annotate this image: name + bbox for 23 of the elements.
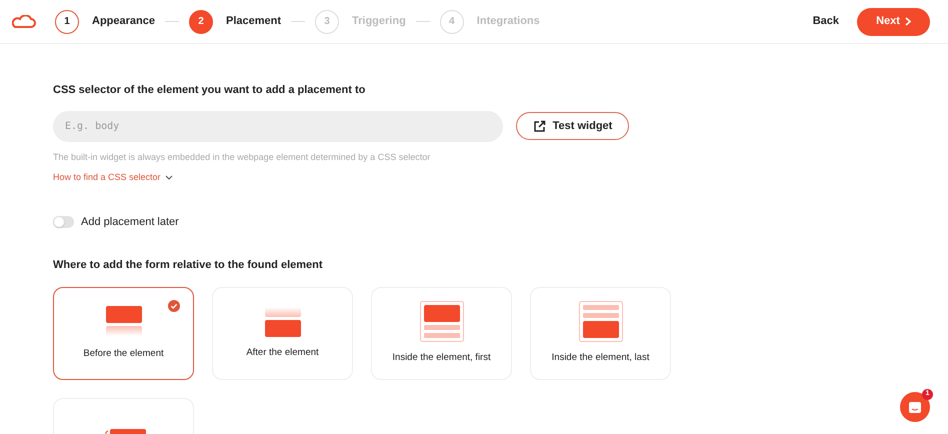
placement-option-card[interactable]: After the element [212, 287, 353, 380]
placement-option-card[interactable]: Inside the element, last [530, 287, 671, 380]
field-label: CSS selector of the element you want to add a placement to [53, 83, 366, 98]
hint-text: The built-in widget is always embedded in the webpage element determined by a CSS selector [53, 150, 432, 164]
placement-option-card[interactable]: Before the element [53, 287, 194, 380]
next-button[interactable]: Next [857, 8, 930, 36]
test-widget-button[interactable]: Test widget [516, 112, 629, 140]
option-label: After the element [246, 346, 319, 360]
step-number: 1 [55, 10, 79, 34]
step-label[interactable]: Appearance [92, 13, 155, 30]
step-number: 2 [188, 10, 213, 34]
step-number: 4 [440, 10, 464, 34]
toggle-label: Add placement later [81, 215, 179, 230]
step-number: 3 [315, 10, 340, 34]
css-selector-field[interactable]: E.g. body [53, 110, 503, 142]
section-label: Where to add the form relative to the found element [53, 258, 324, 272]
option-label: Before the element [83, 346, 164, 361]
step-label[interactable]: Placement [226, 13, 282, 30]
help-link[interactable]: How to find a CSS selector [53, 171, 173, 184]
option-label: Inside the element, first [392, 351, 491, 366]
back-button[interactable]: Back [812, 13, 839, 30]
placement-option-card[interactable]: Inside the element, first [371, 287, 512, 380]
option-label: Inside the element, last [552, 351, 650, 366]
